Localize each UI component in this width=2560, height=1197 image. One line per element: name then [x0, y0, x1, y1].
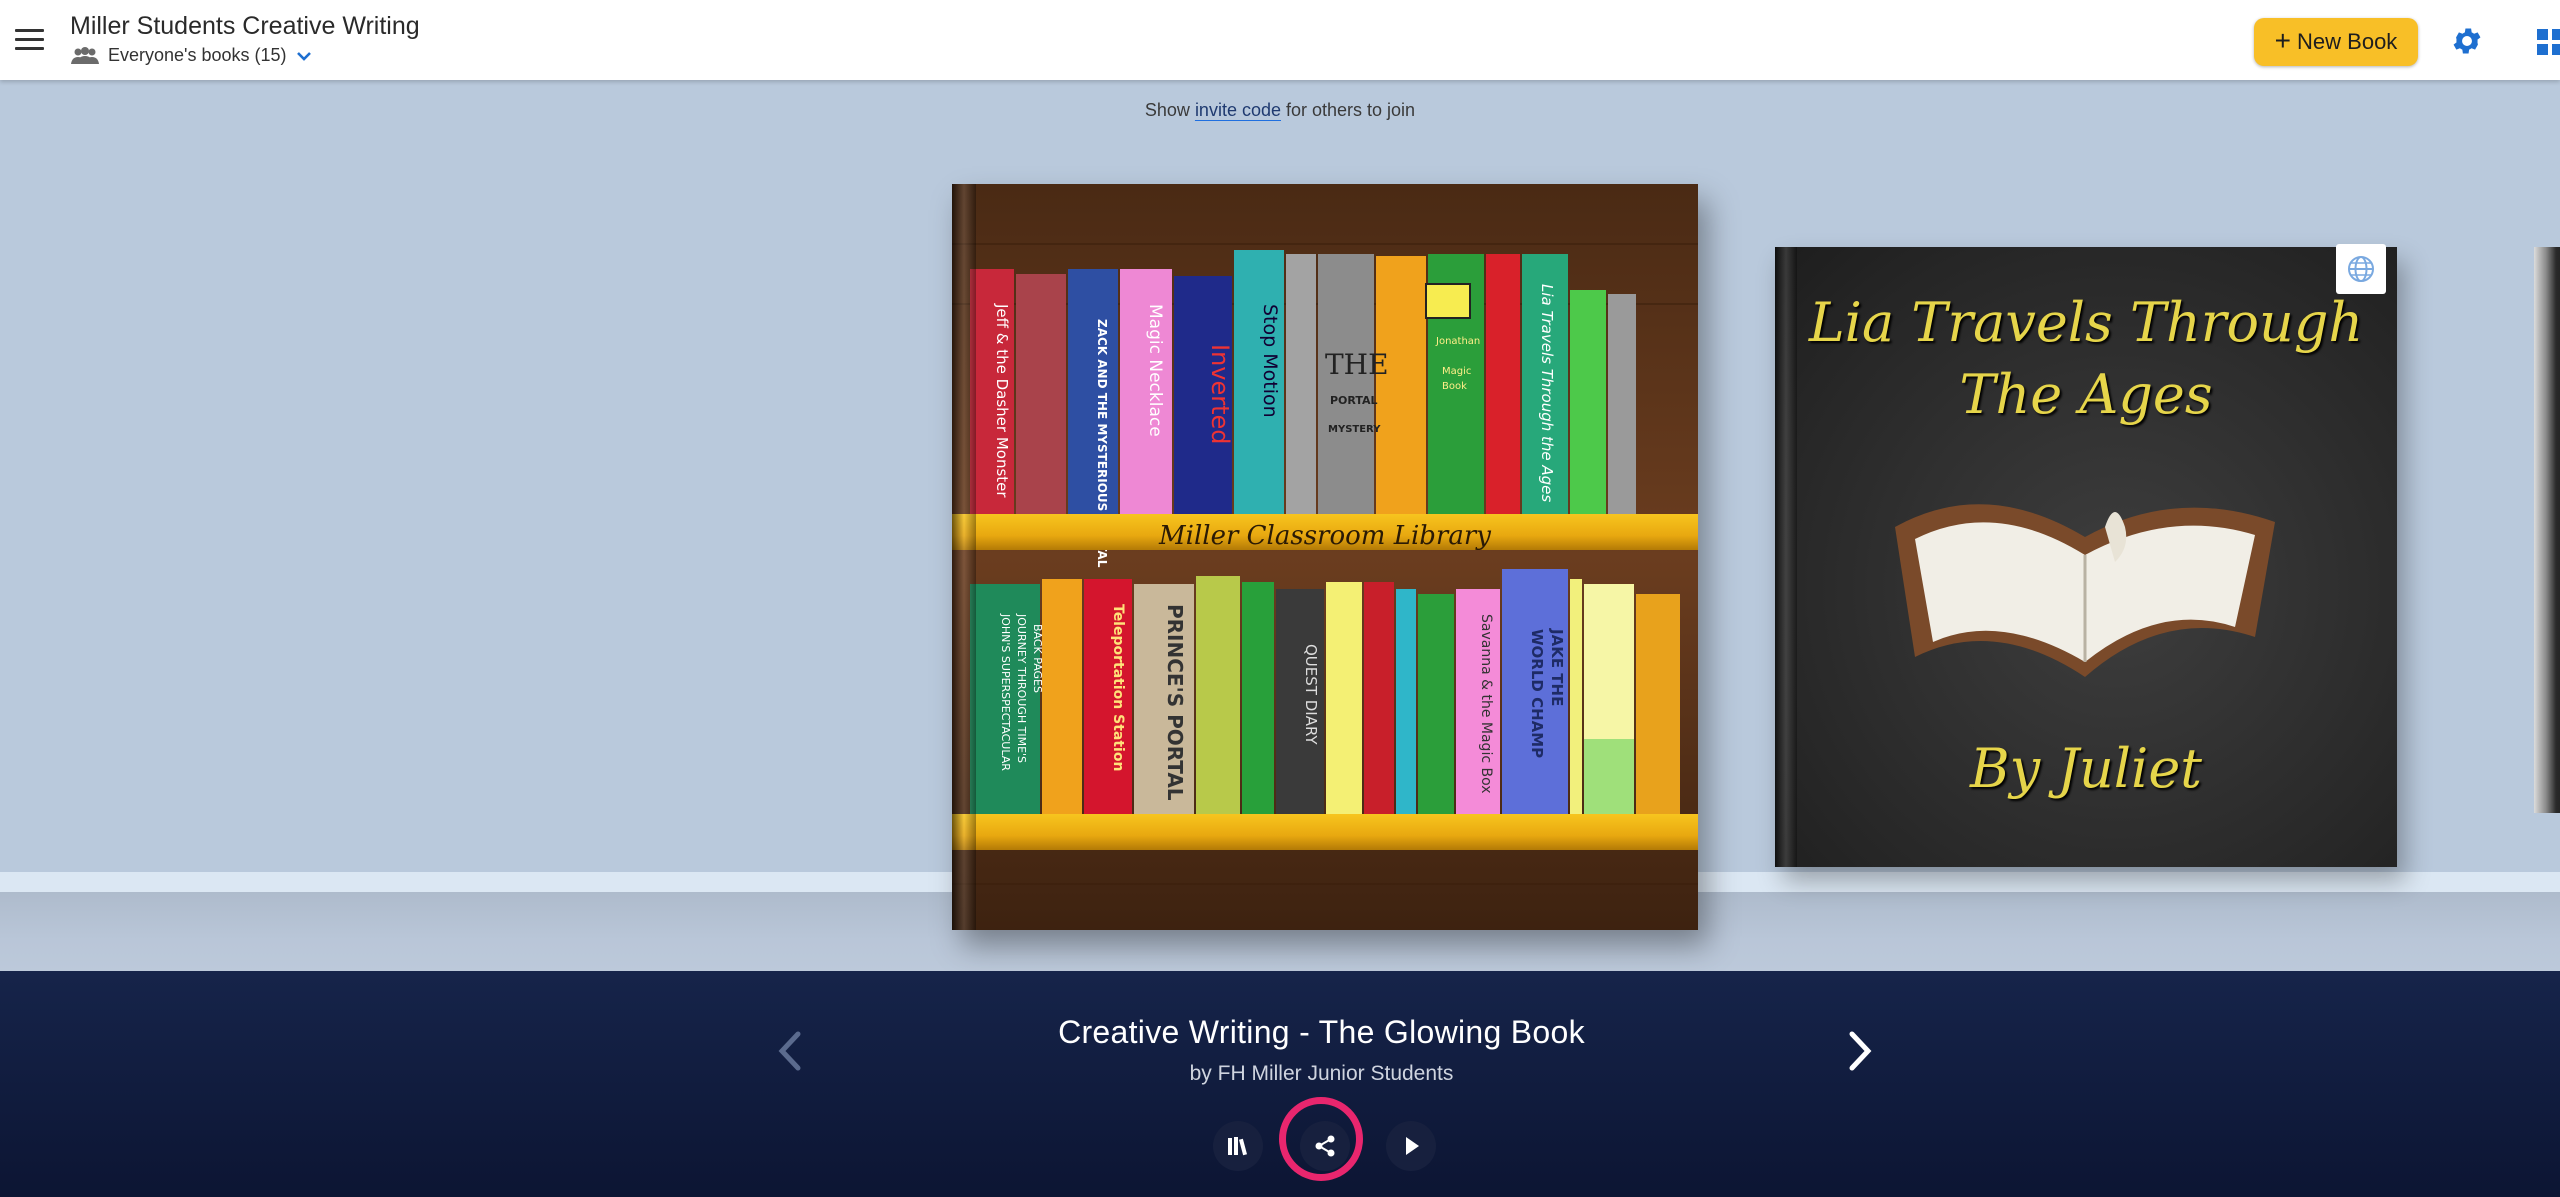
books-filter-label: Everyone's books (15): [108, 45, 287, 65]
share-icon: [1315, 1135, 1335, 1157]
svg-text:Book: Book: [1442, 381, 1467, 392]
apps-grid-icon[interactable]: [2535, 27, 2560, 57]
svg-text:MYSTERY: MYSTERY: [1328, 424, 1381, 435]
book-cover-partial[interactable]: [2534, 247, 2560, 813]
svg-text:Teleportation Station: Teleportation Station: [1110, 604, 1126, 771]
invite-prefix: Show: [1144, 100, 1195, 120]
top-app-bar: Miller Students Creative Writing Everyon…: [0, 0, 2560, 80]
group-icon: [71, 46, 99, 64]
svg-text:WORLD CHAMP: WORLD CHAMP: [1528, 629, 1546, 758]
svg-text:PRINCE'S PORTAL: PRINCE'S PORTAL: [1163, 604, 1187, 801]
book-cover-glowing-book[interactable]: Jeff & the Dasher Monster ZACK AND THE M…: [952, 184, 1698, 930]
library-icon: [1228, 1137, 1248, 1156]
menu-icon[interactable]: [12, 22, 48, 58]
play-icon: [1406, 1137, 1419, 1155]
new-book-button[interactable]: + New Book: [2254, 18, 2418, 66]
svg-text:JOURNEY THROUGH TIME'S: JOURNEY THROUGH TIME'S: [1015, 613, 1028, 763]
svg-text:PORTAL: PORTAL: [1330, 394, 1378, 407]
play-button[interactable]: [1386, 1121, 1436, 1171]
book2-title: Lia Travels Through The Ages: [1808, 291, 2364, 426]
svg-text:Savanna & the Magic Box: Savanna & the Magic Box: [1478, 614, 1494, 794]
invite-code-hint: Show invite code for others to join: [0, 100, 2560, 121]
svg-text:JOHN'S SUPERSPECTACULAR: JOHN'S SUPERSPECTACULAR: [999, 613, 1012, 771]
svg-text:Stop Motion: Stop Motion: [1259, 304, 1281, 418]
book2-spine: [1775, 247, 1797, 867]
plus-icon: +: [2274, 24, 2292, 56]
books-filter-dropdown[interactable]: Everyone's books (15): [70, 45, 313, 66]
svg-text:BACK PAGES: BACK PAGES: [1031, 624, 1044, 693]
gear-icon[interactable]: [2450, 24, 2484, 58]
cover-shelf-label: Miller Classroom Library: [1158, 521, 1491, 551]
svg-text:JAKE THE: JAKE THE: [1548, 628, 1566, 706]
svg-text:Magic: Magic: [1442, 366, 1471, 377]
library-button[interactable]: [1213, 1121, 1263, 1171]
current-book-author: by FH Miller Junior Students: [1189, 1062, 1454, 1085]
svg-text:Jonathan: Jonathan: [1435, 336, 1480, 347]
svg-text:Lia Travels Through the Ages: Lia Travels Through the Ages: [1538, 284, 1556, 502]
invite-code-link[interactable]: invite code: [1195, 100, 1281, 120]
svg-text:QUEST DIARY: QUEST DIARY: [1302, 644, 1320, 745]
svg-text:Inverted: Inverted: [1206, 344, 1234, 445]
svg-text:Magic Necklace: Magic Necklace: [1145, 304, 1165, 437]
book-cover-lia-travels[interactable]: Lia Travels Through The Ages By Juliet: [1775, 247, 2397, 867]
svg-text:Jeff & the Dasher Monster: Jeff & the Dasher Monster: [993, 303, 1011, 498]
book2-author: By Juliet: [1970, 737, 2202, 800]
invite-suffix: for others to join: [1281, 100, 1416, 120]
svg-text:THE: THE: [1325, 348, 1389, 381]
new-book-label: New Book: [2297, 29, 2398, 54]
book-spine: [952, 184, 976, 930]
chevron-down-icon: [296, 51, 311, 61]
globe-icon[interactable]: [2336, 244, 2386, 294]
current-book-title: Creative Writing - The Glowing Book: [1058, 1014, 1585, 1050]
open-book-illustration: [1895, 504, 2275, 677]
app-title: Miller Students Creative Writing: [70, 12, 420, 40]
share-button[interactable]: [1300, 1121, 1350, 1171]
bookshelf-cover-art: Jeff & the Dasher Monster ZACK AND THE M…: [952, 184, 1698, 930]
